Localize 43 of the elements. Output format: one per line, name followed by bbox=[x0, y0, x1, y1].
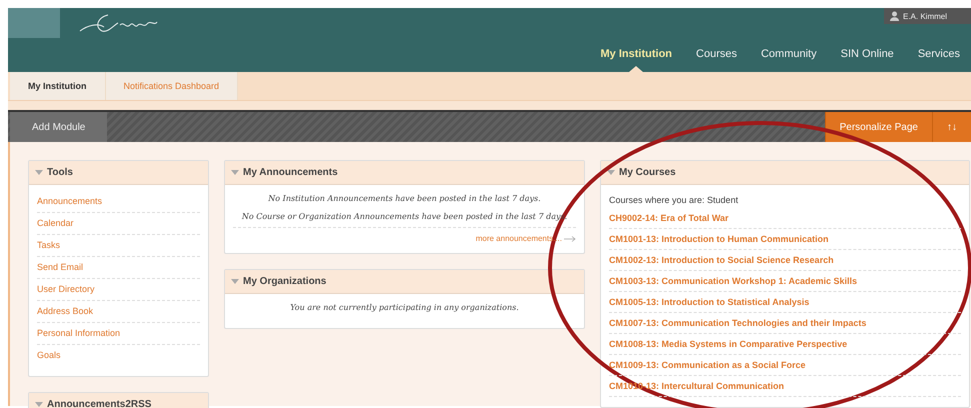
course-link[interactable]: CH9002-14: Era of Total War bbox=[609, 208, 961, 229]
photo-placeholder bbox=[8, 8, 60, 38]
add-module-button[interactable]: Add Module bbox=[10, 112, 108, 142]
module-title: My Courses bbox=[619, 167, 676, 178]
nav-tab[interactable]: Services bbox=[906, 38, 971, 72]
collapse-triangle-icon bbox=[35, 170, 43, 175]
nav-tab[interactable]: Courses bbox=[685, 38, 748, 72]
collapse-triangle-icon bbox=[231, 279, 239, 284]
course-link[interactable]: CM1007-13: Communication Technologies and their Impacts bbox=[609, 313, 961, 334]
course-link[interactable]: CM1002-13: Introduction to Social Science Research bbox=[609, 250, 961, 271]
course-link[interactable]: CM1005-13: Introduction to Statistical Analysis bbox=[609, 292, 961, 313]
tool-link[interactable]: Goals bbox=[37, 345, 200, 366]
page-tab[interactable]: Notifications Dashboard bbox=[106, 72, 238, 100]
arrow-icon bbox=[564, 236, 576, 242]
module-title: Announcements2RSS bbox=[47, 399, 152, 408]
tool-link[interactable]: Announcements bbox=[37, 191, 200, 213]
organizations-message: You are not currently participating in any organizations. bbox=[289, 302, 520, 314]
tool-link[interactable]: Calendar bbox=[37, 213, 200, 235]
collapse-triangle-icon bbox=[231, 170, 239, 175]
nav-tab[interactable]: Community bbox=[750, 38, 828, 72]
module-title: My Announcements bbox=[243, 167, 338, 178]
tool-link[interactable]: Personal Information bbox=[37, 323, 200, 345]
user-menu[interactable]: E.A. Kimmel bbox=[884, 8, 971, 24]
page-tab[interactable]: My Institution bbox=[10, 72, 106, 100]
tool-link[interactable]: Tasks bbox=[37, 235, 200, 257]
course-link[interactable]: CM1003-13: Communication Workshop 1: Academic Skills bbox=[609, 271, 961, 292]
course-link[interactable]: CM1009-13: Communication as a Social Force bbox=[609, 355, 961, 376]
user-name: E.A. Kimmel bbox=[903, 12, 948, 20]
tool-link[interactable]: User Directory bbox=[37, 279, 200, 301]
personalize-page-button[interactable]: Personalize Page bbox=[824, 112, 932, 142]
collapse-triangle-icon bbox=[35, 402, 43, 407]
person-icon bbox=[890, 11, 899, 21]
course-link[interactable]: CM1001-13: Introduction to Human Communication bbox=[609, 229, 961, 250]
announcement-message: No Institution Announcements have been posted in the last 7 days. bbox=[267, 193, 542, 205]
module-title: Tools bbox=[47, 167, 73, 178]
module-title: My Organizations bbox=[243, 276, 326, 287]
nav-tab[interactable]: SIN Online bbox=[830, 38, 905, 72]
tool-link[interactable]: Address Book bbox=[37, 301, 200, 323]
tool-link[interactable]: Send Email bbox=[37, 257, 200, 279]
collapse-triangle-icon bbox=[607, 170, 615, 175]
reorder-button[interactable]: ↑↓ bbox=[932, 112, 971, 142]
role-label: Courses where you are: Student bbox=[609, 194, 740, 207]
course-link[interactable]: CM1008-13: Media Systems in Comparative Perspective bbox=[609, 334, 961, 355]
